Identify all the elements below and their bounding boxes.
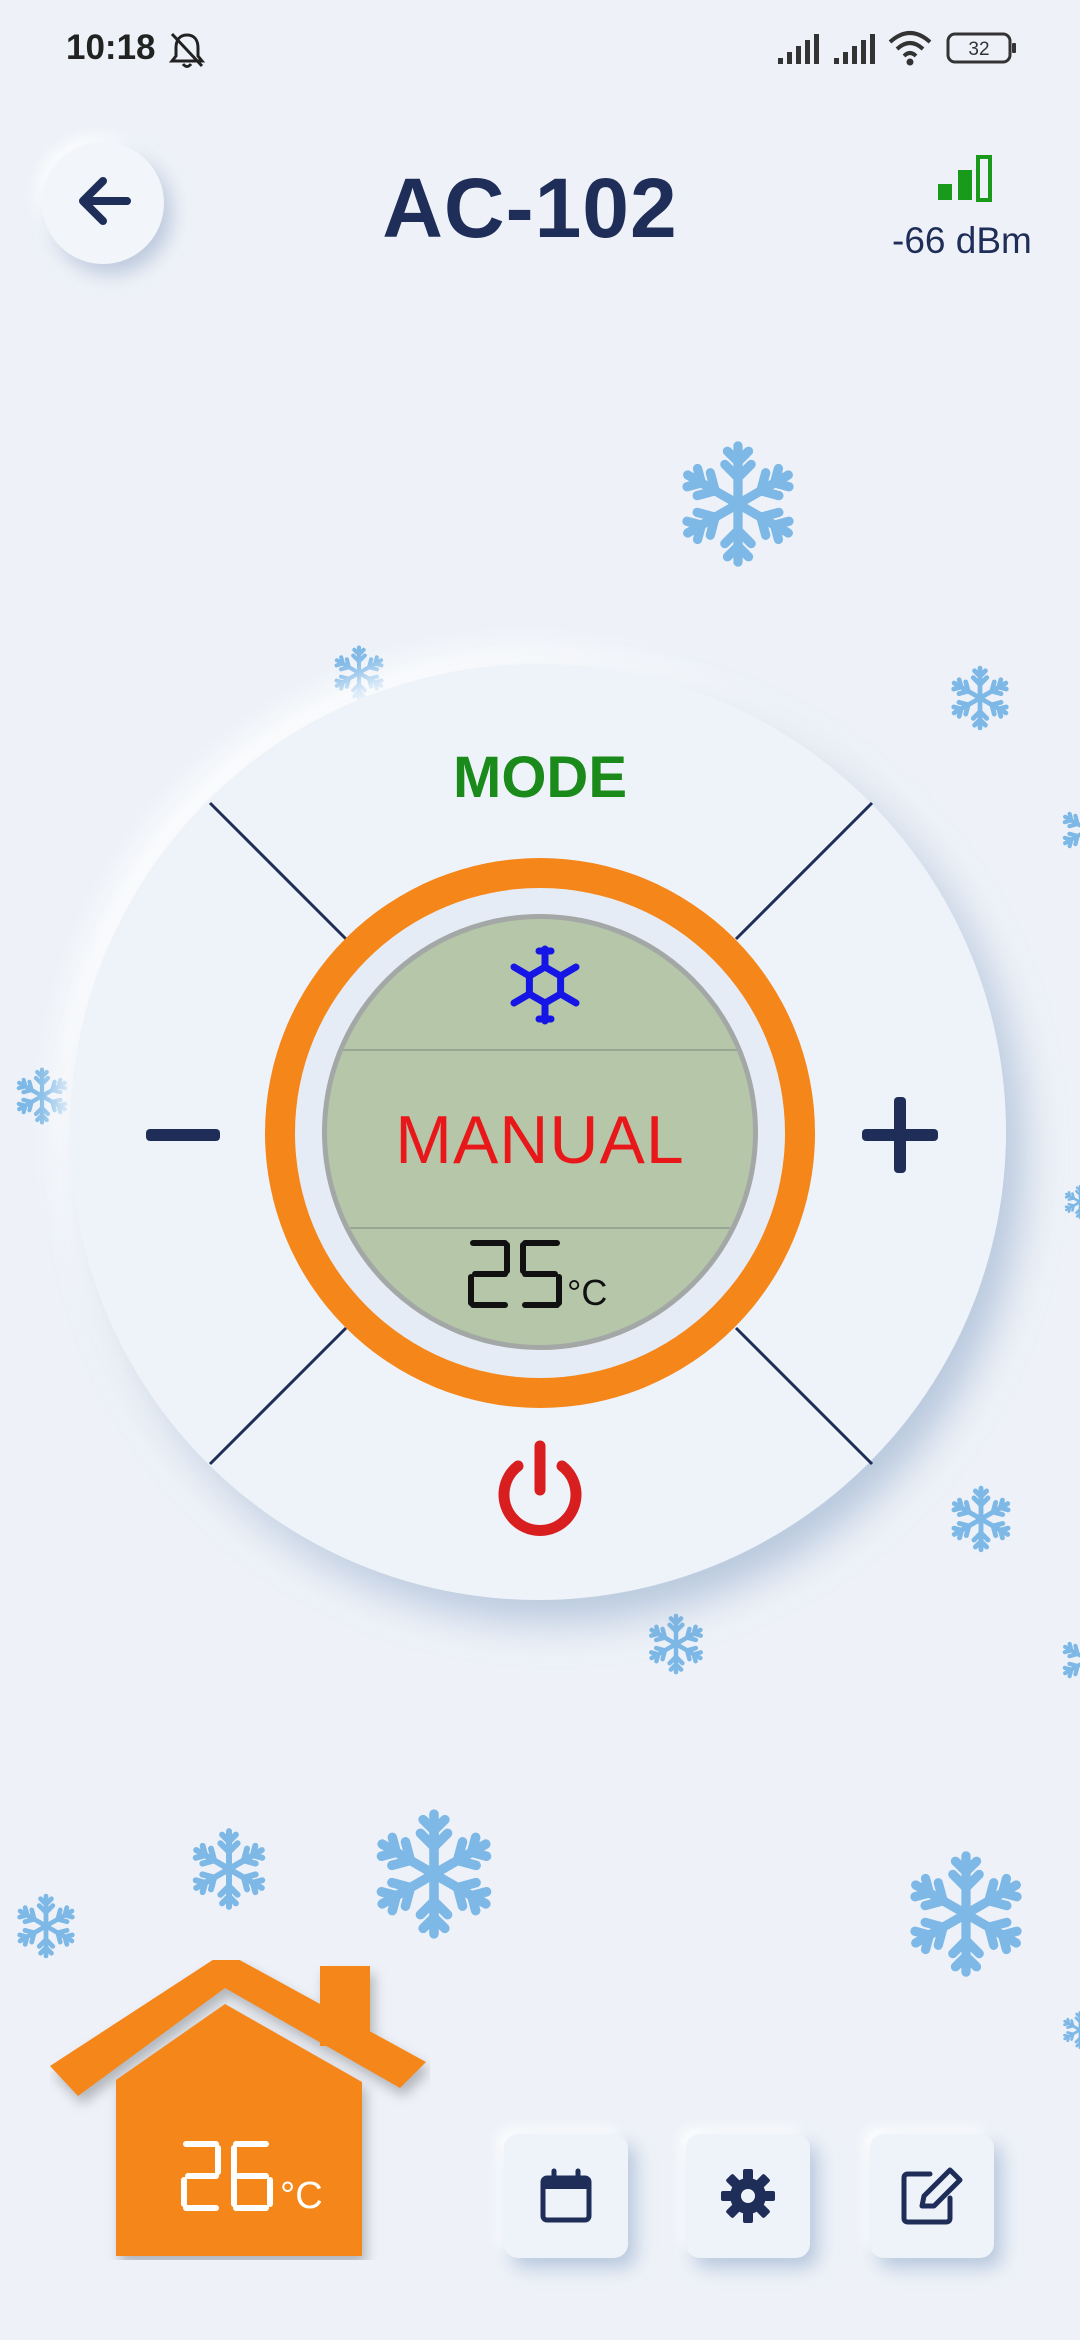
lcd-set-temperature: °C — [468, 1240, 607, 1313]
snowflake-icon — [366, 1806, 502, 1942]
snowflake-icon — [186, 1826, 272, 1912]
house-icon: °C — [50, 1952, 426, 2256]
lcd-temperature-unit: °C — [567, 1272, 607, 1313]
ac-control-screen: 10:18 32 AC-102 -66 dBm MODE MANUAL °C °… — [0, 0, 1080, 2340]
lcd-mode-text: MANUAL — [395, 1102, 685, 1178]
mode-label: MODE — [453, 745, 627, 810]
snowflake-icon — [510, 945, 580, 1025]
power-icon — [498, 1440, 582, 1536]
lcd-divider — [327, 1227, 753, 1229]
lcd-display: MANUAL °C — [322, 914, 758, 1350]
snowflake-icon — [900, 1848, 1032, 1980]
snowflake-icon — [1060, 2010, 1080, 2050]
settings-button[interactable] — [686, 2134, 810, 2258]
calendar-icon — [540, 2168, 592, 2223]
gear-icon — [721, 2169, 775, 2223]
room-temperature-badge: °C — [50, 1952, 430, 2260]
schedule-button[interactable] — [504, 2134, 628, 2258]
edit-icon — [901, 2167, 963, 2225]
lcd-divider — [327, 1049, 753, 1051]
temperature-decrease-button[interactable] — [110, 1070, 260, 1200]
minus-icon — [146, 1129, 220, 1141]
temperature-increase-button[interactable] — [822, 1070, 972, 1200]
snowflake-icon — [12, 1892, 80, 1960]
power-button[interactable] — [470, 1432, 610, 1552]
room-temperature-unit: °C — [280, 2175, 323, 2217]
edit-button[interactable] — [870, 2134, 994, 2258]
plus-icon — [862, 1097, 938, 1173]
